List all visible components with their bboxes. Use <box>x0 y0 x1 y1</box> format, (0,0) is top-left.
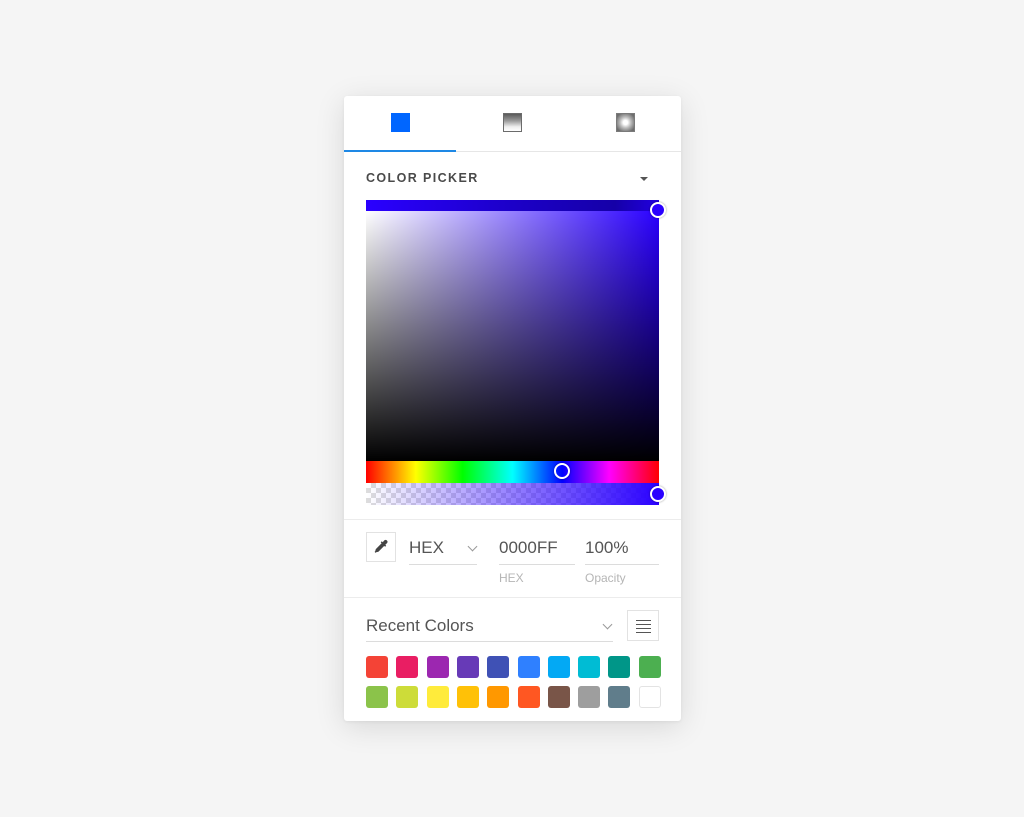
menu-icon <box>636 632 651 634</box>
color-swatch[interactable] <box>578 686 601 708</box>
chevron-down-icon[interactable] <box>602 619 613 630</box>
opacity-input[interactable]: 100% <box>585 538 628 558</box>
saturation-value-handle[interactable] <box>650 202 666 218</box>
color-swatch[interactable] <box>547 656 570 678</box>
color-swatch[interactable] <box>396 656 419 678</box>
radial-gradient-icon <box>615 113 635 132</box>
saturation-value-area[interactable] <box>366 211 659 461</box>
chevron-down-icon[interactable] <box>467 541 478 552</box>
color-format-select[interactable]: HEX <box>409 538 444 558</box>
color-swatch[interactable] <box>456 656 479 678</box>
opacity-input-underline <box>585 564 659 565</box>
color-swatch[interactable] <box>578 656 601 678</box>
color-swatch[interactable] <box>426 686 449 708</box>
menu-icon <box>636 624 651 626</box>
opacity-input-label: Opacity <box>585 571 626 585</box>
color-picker-panel: COLOR PICKER HEX 0000FF HEX 100% Opacity… <box>344 96 681 721</box>
caret-down-icon[interactable] <box>640 177 648 181</box>
tab-radial-gradient[interactable] <box>569 96 681 151</box>
palette-menu-button[interactable] <box>627 610 659 641</box>
tab-linear-gradient[interactable] <box>456 96 568 151</box>
color-swatch[interactable] <box>487 656 510 678</box>
linear-gradient-icon <box>503 113 523 132</box>
fill-type-tabs <box>344 96 681 152</box>
tab-solid[interactable] <box>344 96 457 152</box>
color-swatch[interactable] <box>517 686 540 708</box>
divider <box>344 597 681 598</box>
color-swatch[interactable] <box>638 656 661 678</box>
color-swatch[interactable] <box>366 656 388 678</box>
color-swatch[interactable] <box>396 686 419 708</box>
hex-input[interactable]: 0000FF <box>499 538 558 558</box>
menu-icon <box>636 628 651 630</box>
color-swatch[interactable] <box>456 686 479 708</box>
format-select-underline <box>409 564 477 565</box>
palette-select-underline <box>366 641 613 642</box>
color-swatch[interactable] <box>608 656 631 678</box>
color-swatch[interactable] <box>608 686 631 708</box>
eyedropper-icon <box>374 539 388 553</box>
menu-icon <box>636 620 651 622</box>
color-swatch[interactable] <box>426 656 449 678</box>
selected-color-preview <box>366 200 659 211</box>
section-title: COLOR PICKER <box>366 171 479 185</box>
hue-slider[interactable] <box>366 461 659 483</box>
color-swatch[interactable] <box>638 686 661 708</box>
color-swatch[interactable] <box>547 686 570 708</box>
divider <box>344 519 681 520</box>
color-swatch[interactable] <box>517 656 540 678</box>
opacity-slider[interactable] <box>366 483 659 505</box>
color-swatch[interactable] <box>487 686 510 708</box>
palette-select[interactable]: Recent Colors <box>366 616 474 636</box>
hex-input-underline <box>499 564 575 565</box>
hex-input-label: HEX <box>499 571 524 585</box>
solid-fill-icon <box>391 113 411 132</box>
opacity-slider-handle[interactable] <box>650 486 666 502</box>
eyedropper-button[interactable] <box>366 532 396 562</box>
color-swatch[interactable] <box>366 686 388 708</box>
